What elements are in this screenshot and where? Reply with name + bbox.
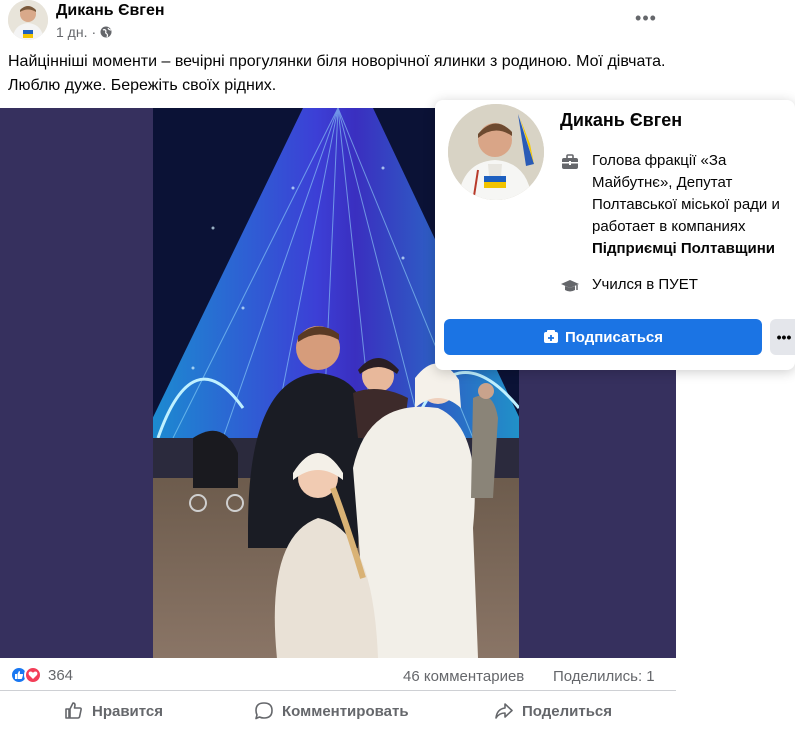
post-meta: 1 дн. · [56,24,112,40]
post-time[interactable]: 1 дн. [56,24,87,40]
profile-more-button[interactable]: ••• [770,319,795,355]
comment-bubble-icon [255,702,273,720]
share-arrow-icon [495,703,513,719]
post-author-name[interactable]: Дикань Євген [56,2,165,20]
like-button[interactable]: Нравится [64,697,163,725]
profile-work-row: Голова фракції «За Майбутнє», Депутат По… [560,150,795,260]
post-action-bar: Нравится Комментировать Поделиться [0,690,676,729]
subscribe-button-label: Подписаться [564,328,664,346]
comments-count[interactable]: 46 комментариев [403,668,524,685]
profile-more-label: ••• [776,329,792,345]
share-button[interactable]: Поделиться [494,697,612,725]
profile-education-text: Учился в ПУЕТ [592,276,698,293]
like-button-label: Нравится [92,702,164,720]
profile-avatar[interactable] [448,104,544,200]
profile-education-row: Учился в ПУЕТ [560,274,698,296]
subscribe-button[interactable]: Подписаться [444,319,762,355]
profile-name[interactable]: Дикань Євген [560,110,682,131]
author-avatar[interactable] [8,0,48,40]
graduation-cap-icon [561,280,579,292]
love-reaction-icon [24,666,42,684]
globe-icon [100,26,112,38]
post-options-button[interactable]: ••• [632,4,660,32]
reaction-count: 364 [48,666,74,684]
profile-hover-card: Дикань Євген Голова фракції «За Майбутнє… [435,100,795,370]
reactions-summary[interactable]: 364 [10,666,73,684]
share-button-label: Поделиться [522,702,613,720]
profile-work-text: Голова фракції «За Майбутнє», Депутат По… [592,150,795,260]
comment-button[interactable]: Комментировать [254,697,409,725]
shares-count[interactable]: Поделились: 1 [553,668,655,685]
comment-button-label: Комментировать [282,702,409,720]
post-text: Найцінніші моменти – вечірні прогулянки … [8,53,666,94]
profile-work-company[interactable]: Підприємці Полтавщини [592,240,775,257]
thumbs-up-icon [65,702,82,719]
separator-dot: · [91,24,97,40]
follow-icon [543,330,558,343]
profile-work-description: Голова фракції «За Майбутнє», Депутат По… [592,152,780,235]
briefcase-icon [562,154,578,169]
